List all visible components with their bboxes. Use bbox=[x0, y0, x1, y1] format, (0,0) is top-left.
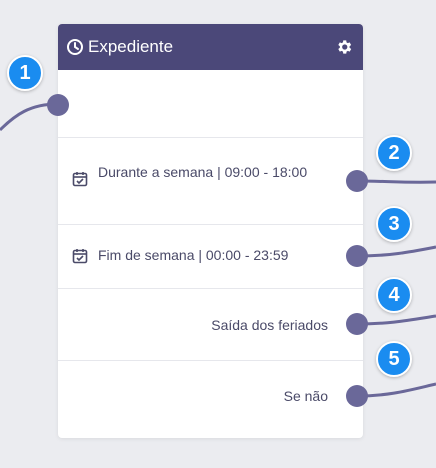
node-title: Expediente bbox=[88, 37, 174, 56]
else-exit-label: Se não bbox=[283, 388, 328, 404]
step-badge-4: 4 bbox=[376, 277, 412, 313]
clock-icon bbox=[66, 38, 84, 56]
node-header[interactable]: Expediente bbox=[58, 24, 363, 70]
output-handle-else[interactable] bbox=[346, 385, 368, 407]
weekend-schedule-label: Fim de semana | 00:00 - 23:59 bbox=[98, 247, 289, 263]
input-handle[interactable] bbox=[47, 94, 69, 116]
weekday-schedule-row[interactable]: Durante a semana | 09:00 - 18:00 bbox=[58, 137, 363, 224]
output-handle-holiday[interactable] bbox=[346, 313, 368, 335]
step-badge-5: 5 bbox=[376, 341, 412, 377]
else-exit-row[interactable]: Se não bbox=[58, 360, 363, 438]
output-handle-weekday[interactable] bbox=[346, 170, 368, 192]
holiday-exit-label: Saída dos feriados bbox=[211, 317, 328, 333]
output-handle-weekend[interactable] bbox=[346, 245, 368, 267]
input-row bbox=[58, 70, 363, 137]
business-hours-node[interactable]: Expediente Durante a semana | 09:00 - 18… bbox=[58, 24, 363, 438]
output-connector-5 bbox=[356, 382, 436, 398]
step-badge-2: 2 bbox=[376, 135, 412, 171]
output-connector-2 bbox=[356, 179, 436, 184]
step-badge-3: 3 bbox=[376, 206, 412, 242]
output-connector-3 bbox=[356, 245, 436, 258]
output-connector-4 bbox=[356, 314, 436, 326]
gear-icon[interactable] bbox=[335, 38, 353, 56]
weekday-schedule-label: Durante a semana | 09:00 - 18:00 bbox=[98, 164, 308, 180]
holiday-exit-row[interactable]: Saída dos feriados bbox=[58, 288, 363, 360]
step-badge-1: 1 bbox=[7, 55, 43, 91]
calendar-check-icon bbox=[72, 171, 88, 187]
weekend-schedule-row[interactable]: Fim de semana | 00:00 - 23:59 bbox=[58, 224, 363, 288]
calendar-check-icon bbox=[72, 248, 88, 264]
